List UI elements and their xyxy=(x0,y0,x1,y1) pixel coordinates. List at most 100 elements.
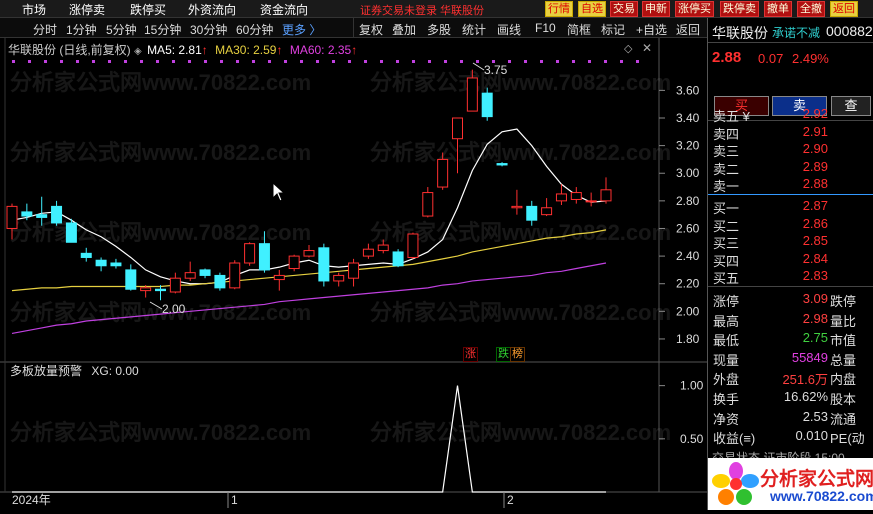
candle-body[interactable] xyxy=(570,192,582,200)
bid-row[interactable]: 买三 2.85 xyxy=(708,233,873,251)
candle-body[interactable] xyxy=(155,288,166,292)
candle-body[interactable] xyxy=(169,277,181,293)
top-dot-marker xyxy=(428,60,431,63)
tool-stats[interactable]: 统计 xyxy=(462,21,486,38)
ask-row[interactable]: 卖一 2.88 xyxy=(708,176,873,194)
tool-simple-frame[interactable]: 简框 xyxy=(567,21,591,38)
candle-body[interactable] xyxy=(348,262,360,279)
tool-overlay[interactable]: 叠加 xyxy=(392,21,416,38)
cancel-all-button[interactable]: 全撤 xyxy=(797,1,825,17)
candle-body[interactable] xyxy=(273,274,285,281)
menu-foreign-flow[interactable]: 外资流向 xyxy=(188,1,236,18)
period-5min[interactable]: 5分钟 xyxy=(106,21,137,38)
candle-body[interactable] xyxy=(258,243,270,271)
limit-up-buy-button[interactable]: 涨停买 xyxy=(675,1,714,17)
subscribe-button[interactable]: 申新 xyxy=(642,1,670,17)
dropdown-icon[interactable]: ◈ xyxy=(134,46,142,57)
bid-row[interactable]: 买五 2.83 xyxy=(708,268,873,286)
price-tick-label: 3.60 xyxy=(676,83,700,97)
candle-body[interactable] xyxy=(481,92,493,118)
menu-limit-down-buy[interactable]: 跌停买 xyxy=(130,1,166,18)
kline-chart[interactable]: 分析家公式网www.70822.com 分析家公式网www.70822.com 分析… xyxy=(0,38,707,510)
candle-body[interactable] xyxy=(362,248,374,257)
top-dot-marker xyxy=(316,60,319,63)
watchlist-button[interactable]: 自选 xyxy=(578,1,606,17)
chart-area[interactable]: 分析家公式网www.70822.com 分析家公式网www.70822.com 分析… xyxy=(0,38,707,510)
cancel-order-button[interactable]: 撤单 xyxy=(764,1,792,17)
candle-body[interactable] xyxy=(36,214,48,218)
expand-icon[interactable]: ◇ xyxy=(624,42,632,55)
tool-multi[interactable]: 多股 xyxy=(427,21,451,38)
period-60min[interactable]: 60分钟 xyxy=(236,21,273,38)
bid-row[interactable]: 买二 2.86 xyxy=(708,216,873,234)
ranking-badge[interactable]: 榜 xyxy=(510,347,525,362)
tool-return[interactable]: 返回 xyxy=(676,21,700,38)
candle-body[interactable] xyxy=(125,269,137,290)
period-intraday[interactable]: 分时 xyxy=(33,21,57,38)
tool-mark[interactable]: 标记 xyxy=(601,21,625,38)
limit-down-badge[interactable]: 跌 xyxy=(496,347,511,362)
limit-down-sell-button[interactable]: 跌停卖 xyxy=(720,1,759,17)
ask-row[interactable]: 卖二 2.89 xyxy=(708,159,873,177)
quotes-button[interactable]: 行情 xyxy=(545,1,573,17)
candle-body[interactable] xyxy=(466,77,478,112)
candle-body[interactable] xyxy=(288,255,300,270)
return-button[interactable]: 返回 xyxy=(830,1,858,17)
candle-body[interactable] xyxy=(496,163,508,166)
ask-row[interactable]: 卖四 2.91 xyxy=(708,124,873,142)
price-tick-label: 2.00 xyxy=(676,304,700,318)
price-tick-label: 3.40 xyxy=(676,111,700,125)
candle-body[interactable] xyxy=(199,269,211,276)
candle-body[interactable] xyxy=(21,211,33,217)
candle-body[interactable] xyxy=(585,200,597,203)
candle-body[interactable] xyxy=(140,287,152,292)
candle-body[interactable] xyxy=(6,205,18,229)
period-30min[interactable]: 30分钟 xyxy=(190,21,227,38)
tool-draw[interactable]: 画线 xyxy=(497,21,521,38)
candle-body[interactable] xyxy=(541,207,553,216)
candle-body[interactable] xyxy=(229,262,241,289)
price-tick-label: 1.80 xyxy=(676,332,700,346)
candle-body[interactable] xyxy=(377,244,389,252)
candle-body[interactable] xyxy=(526,205,538,221)
trade-button[interactable]: 交易 xyxy=(610,1,638,17)
candle-body[interactable] xyxy=(392,251,404,267)
candle-body[interactable] xyxy=(51,205,63,224)
candle-body[interactable] xyxy=(600,189,612,202)
candle-body[interactable] xyxy=(511,205,523,209)
ma60-label: MA60: 2.35 xyxy=(289,43,352,57)
tool-add-watch[interactable]: +自选 xyxy=(636,21,667,38)
menu-limit-up-sell[interactable]: 涨停卖 xyxy=(69,1,105,18)
candle-body[interactable] xyxy=(110,262,122,267)
candle-body[interactable] xyxy=(437,158,449,188)
candle-body[interactable] xyxy=(214,274,226,289)
candle-body[interactable] xyxy=(318,247,330,282)
candle-body[interactable] xyxy=(184,272,196,279)
menu-market[interactable]: 市场 xyxy=(22,1,46,18)
tool-adjust[interactable]: 复权 xyxy=(359,21,383,38)
candle-body[interactable] xyxy=(244,243,256,264)
candle-body[interactable] xyxy=(65,222,77,243)
ask-row[interactable]: 卖三 2.90 xyxy=(708,141,873,159)
tool-f10[interactable]: F10 xyxy=(535,21,556,35)
candle-body[interactable] xyxy=(333,274,345,282)
site-logo: 分析家公式网 www.70822.com xyxy=(708,458,873,510)
bid-row[interactable]: 买四 2.84 xyxy=(708,251,873,269)
candle-body[interactable] xyxy=(80,252,92,258)
limit-up-badge[interactable]: 涨 xyxy=(463,347,478,362)
candle-body[interactable] xyxy=(422,192,434,217)
period-1min[interactable]: 1分钟 xyxy=(66,21,97,38)
candle-body[interactable] xyxy=(303,250,315,257)
menu-capital-flow[interactable]: 资金流向 xyxy=(260,1,308,18)
close-icon[interactable]: ✕ xyxy=(642,41,652,55)
top-dot-marker xyxy=(204,60,207,63)
ask-row[interactable]: 卖五 ¥ 2.92 xyxy=(708,106,873,124)
period-more[interactable]: 更多 〉 xyxy=(282,21,321,38)
candle-body[interactable] xyxy=(407,233,419,258)
candle-body[interactable] xyxy=(95,259,107,267)
bid-row[interactable]: 买一 2.87 xyxy=(708,198,873,216)
indicator-tick-label: 0.50 xyxy=(680,432,704,446)
candle-body[interactable] xyxy=(452,117,463,140)
candle-body[interactable] xyxy=(555,193,567,202)
period-15min[interactable]: 15分钟 xyxy=(144,21,181,38)
